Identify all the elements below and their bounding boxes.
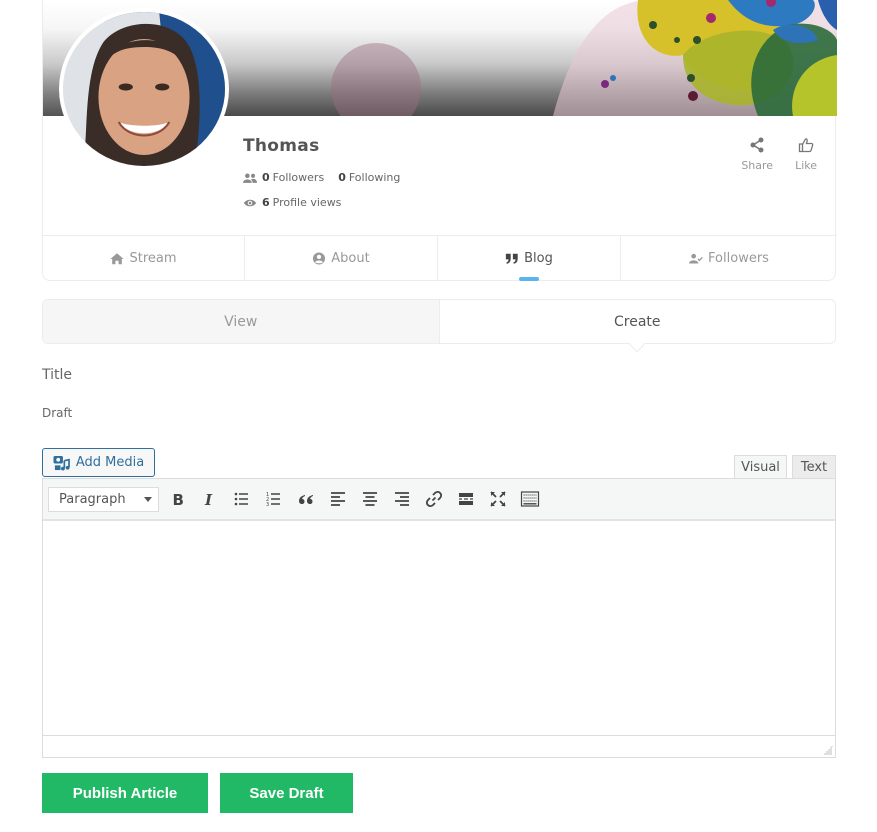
follow-stats: 0 Followers 0 Following	[243, 171, 400, 184]
save-draft-button[interactable]: Save Draft	[220, 773, 353, 813]
profile-tabs: Stream About Blog Followers	[43, 235, 837, 281]
user-check-icon	[689, 253, 703, 264]
thumbs-up-icon	[798, 138, 814, 153]
read-more-icon	[459, 493, 473, 505]
avatar-photo	[63, 12, 225, 166]
resize-handle-icon[interactable]	[823, 745, 833, 755]
tab-about[interactable]: About	[245, 236, 438, 281]
views-label: Profile views	[272, 196, 342, 209]
draft-label: Draft	[42, 406, 73, 420]
avatar[interactable]	[59, 8, 229, 170]
following-link[interactable]: Following	[349, 171, 401, 184]
following-count: 0	[338, 171, 346, 184]
chevron-down-icon	[144, 496, 152, 502]
media-icon	[53, 455, 70, 471]
share-icon	[750, 137, 764, 153]
title-field[interactable]: Title	[42, 367, 72, 383]
blockquote-icon	[299, 495, 313, 504]
numbered-list-icon: 1 2 3	[266, 492, 280, 508]
tab-followers-label: Followers	[708, 251, 769, 266]
link-icon	[425, 490, 443, 508]
add-media-label: Add Media	[75, 455, 145, 470]
like-button[interactable]: Like	[795, 137, 817, 172]
editor-statusbar	[43, 735, 835, 757]
align-left-button[interactable]	[322, 483, 354, 515]
tab-about-label: About	[331, 251, 370, 266]
rich-text-editor: Paragraph B I 1 2 3	[42, 478, 836, 758]
svg-text:I: I	[204, 491, 213, 509]
add-media-button[interactable]: Add Media	[42, 448, 155, 477]
followers-link[interactable]: Followers	[273, 171, 325, 184]
quote-icon	[506, 253, 518, 264]
active-tab-pointer	[629, 336, 646, 353]
svg-text:B: B	[173, 491, 184, 509]
align-center-icon	[363, 492, 377, 506]
fullscreen-icon	[490, 491, 506, 507]
tab-text[interactable]: Text	[792, 455, 836, 478]
numbered-list-button[interactable]: 1 2 3	[258, 483, 290, 515]
active-tab-indicator	[519, 277, 539, 281]
align-right-button[interactable]	[386, 483, 418, 515]
tab-followers[interactable]: Followers	[621, 236, 837, 281]
followers-count: 0	[262, 171, 270, 184]
share-button[interactable]: Share	[741, 137, 773, 172]
editor-toolbar: Paragraph B I 1 2 3	[43, 479, 835, 521]
tab-stream[interactable]: Stream	[43, 236, 245, 281]
profile-views: 6 Profile views	[243, 196, 341, 209]
align-right-icon	[395, 492, 409, 506]
profile-name: Thomas	[243, 136, 320, 156]
italic-button[interactable]: I	[194, 483, 226, 515]
bold-button[interactable]: B	[162, 483, 194, 515]
bulleted-list-icon	[234, 492, 248, 506]
views-count: 6	[262, 196, 270, 209]
fullscreen-button[interactable]	[482, 483, 514, 515]
format-select[interactable]: Paragraph	[48, 486, 159, 512]
users-icon	[243, 173, 257, 183]
publish-article-button[interactable]: Publish Article	[42, 773, 208, 813]
profile-actions: Share Like	[741, 137, 817, 172]
home-icon	[110, 253, 125, 265]
read-more-button[interactable]	[450, 483, 482, 515]
user-circle-icon	[313, 252, 326, 265]
insert-link-button[interactable]	[418, 483, 450, 515]
tab-visual[interactable]: Visual	[734, 455, 787, 478]
tab-create[interactable]: Create	[440, 300, 836, 353]
bold-icon: B	[173, 491, 184, 509]
profile-card: Thomas 0 Followers 0 Following 6 Profile…	[42, 0, 837, 281]
editor-content-area[interactable]	[43, 521, 835, 735]
eye-icon	[243, 199, 257, 206]
tab-blog[interactable]: Blog	[438, 236, 621, 281]
format-select-value: Paragraph	[59, 491, 126, 507]
italic-icon: I	[204, 491, 213, 509]
tab-blog-label: Blog	[524, 251, 553, 266]
svg-text:3: 3	[266, 502, 269, 508]
toolbar-toggle-button[interactable]	[514, 483, 546, 515]
share-label: Share	[741, 159, 774, 172]
tab-stream-label: Stream	[129, 251, 177, 266]
bulleted-list-button[interactable]	[226, 483, 258, 515]
blog-mode-tabs: View Create	[42, 299, 836, 353]
keyboard-icon	[520, 491, 540, 507]
tab-create-label: Create	[613, 313, 661, 330]
align-left-icon	[331, 492, 345, 506]
tab-view[interactable]: View	[43, 300, 440, 343]
blockquote-button[interactable]	[290, 483, 322, 515]
like-label: Like	[795, 159, 817, 172]
align-center-button[interactable]	[354, 483, 386, 515]
